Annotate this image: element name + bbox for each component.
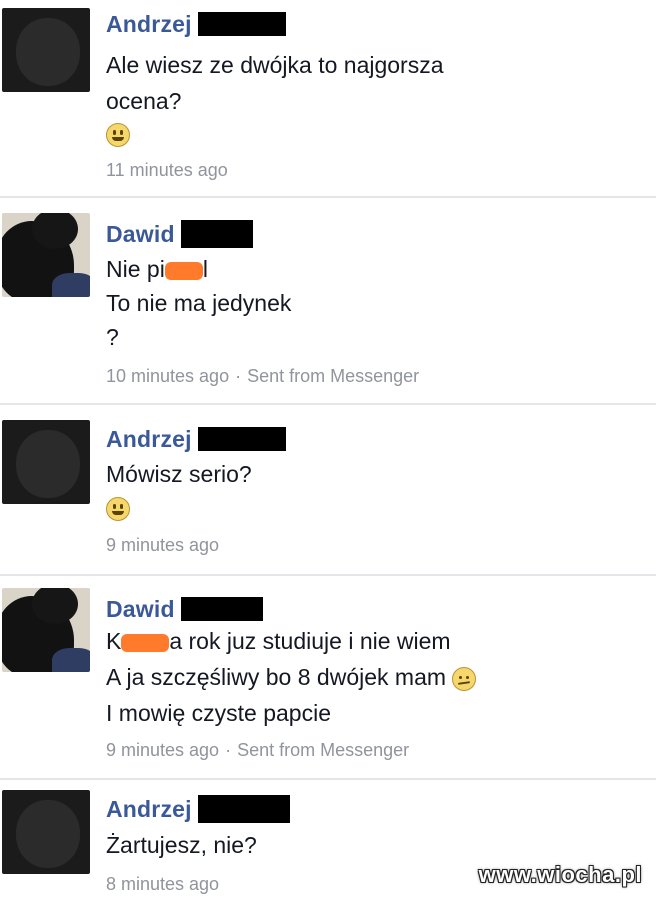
message-line: Nie pi l bbox=[106, 256, 208, 282]
author-name[interactable]: Dawid bbox=[106, 596, 175, 623]
divider bbox=[0, 778, 656, 780]
censor-mark bbox=[164, 261, 203, 280]
avatar[interactable] bbox=[2, 420, 90, 504]
message-line: I mowię czyste papcie bbox=[106, 700, 331, 726]
separator: · bbox=[235, 366, 242, 386]
smiley-icon bbox=[106, 496, 130, 521]
author-name[interactable]: Dawid bbox=[106, 221, 175, 248]
avatar[interactable] bbox=[2, 588, 90, 672]
message-line: Ka rok juz studiuje i nie wiem bbox=[106, 628, 451, 654]
message-line: ? bbox=[106, 324, 119, 350]
message-line: ocena? bbox=[106, 88, 182, 114]
avatar[interactable] bbox=[2, 8, 90, 92]
message-line: Mówisz serio? bbox=[106, 461, 252, 487]
author-name[interactable]: Andrzej bbox=[106, 11, 192, 38]
timestamp[interactable]: 11 minutes ago bbox=[106, 160, 228, 181]
separator: · bbox=[225, 740, 232, 760]
redaction-bar bbox=[197, 427, 286, 451]
censor-mark bbox=[121, 633, 170, 652]
sent-from-messenger-link[interactable]: Sent from Messenger bbox=[237, 740, 409, 760]
timestamp[interactable]: 9 minutes ago bbox=[106, 740, 219, 760]
redaction-bar bbox=[180, 597, 263, 621]
smiley-icon bbox=[106, 122, 130, 147]
message-line: Żartujesz, nie? bbox=[106, 832, 257, 858]
divider bbox=[0, 574, 656, 576]
sent-from-messenger-link[interactable]: Sent from Messenger bbox=[247, 366, 419, 386]
timestamp[interactable]: 9 minutes ago bbox=[106, 535, 219, 556]
redaction-bar bbox=[197, 795, 290, 823]
author-name[interactable]: Andrzej bbox=[106, 796, 192, 823]
author-name[interactable]: Andrzej bbox=[106, 426, 192, 453]
message-line: A ja szczęśliwy bo 8 dwójek mam bbox=[106, 662, 477, 692]
message-line: Ale wiesz ze dwójka to najgorsza bbox=[106, 52, 444, 78]
avatar[interactable] bbox=[2, 213, 90, 297]
sad-smiley-icon bbox=[452, 666, 477, 691]
timestamp[interactable]: 10 minutes ago bbox=[106, 366, 229, 386]
redaction-bar bbox=[180, 220, 253, 248]
watermark: www.wiocha.pl bbox=[478, 862, 642, 887]
timestamp[interactable]: 8 minutes ago bbox=[106, 874, 219, 895]
redaction-bar bbox=[197, 12, 286, 36]
avatar[interactable] bbox=[2, 790, 90, 874]
message-line: To nie ma jedynek bbox=[106, 290, 292, 316]
divider bbox=[0, 403, 656, 405]
divider bbox=[0, 196, 656, 198]
